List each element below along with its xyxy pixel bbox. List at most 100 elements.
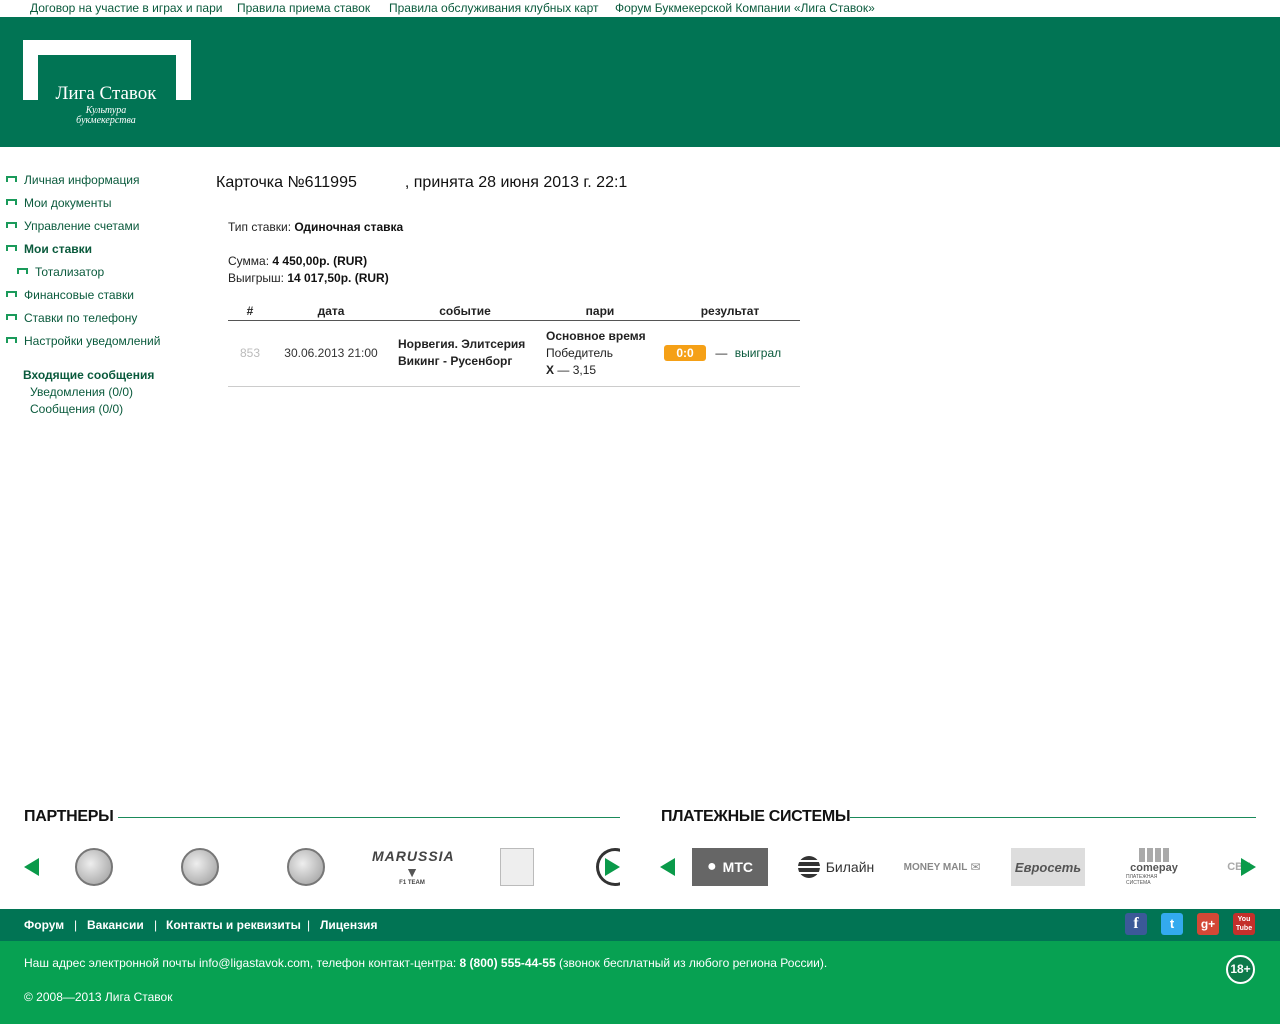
sidebar-item-financial-bets[interactable]: Финансовые ставки	[6, 288, 134, 302]
messages-link[interactable]: Сообщения (0/0)	[30, 402, 123, 416]
bet-market: Победитель	[546, 345, 614, 360]
col-id: #	[228, 303, 272, 321]
footer-separator: |	[307, 918, 311, 932]
row-event: Норвегия. Элитсерия Викинг - Русенборг	[390, 320, 540, 387]
sidebar-item-label: Ставки по телефону	[24, 311, 138, 325]
event-match: Викинг - Русенборг	[398, 354, 513, 368]
bracket-icon	[6, 176, 17, 182]
sidebar-item-label: Управление счетами	[24, 219, 140, 233]
sidebar-item-label: Мои ставки	[24, 242, 93, 256]
twitter-icon[interactable]: t	[1161, 913, 1183, 935]
sidebar-item-label: Личная информация	[24, 173, 140, 187]
bracket-icon	[17, 268, 28, 274]
marussia-emblem-icon: ▼	[405, 864, 419, 880]
sidebar-item-phone-bets[interactable]: Ставки по телефону	[6, 311, 137, 325]
payments-prev-arrow-icon[interactable]	[660, 858, 675, 876]
partner-logo-seal-3[interactable]	[287, 848, 325, 886]
notifications-link[interactable]: Уведомления (0/0)	[30, 385, 133, 399]
partners-prev-arrow-icon[interactable]	[24, 858, 39, 876]
copyright: © 2008—2013 Лига Ставок	[24, 990, 173, 1004]
bet-type-label: Тип ставки:	[228, 220, 292, 234]
partner-logo-seal-2[interactable]	[181, 848, 219, 886]
col-date: дата	[272, 303, 390, 321]
table-row: 853 30.06.2013 21:00 Норвегия. Элитсерия…	[228, 320, 800, 387]
payments-title: ПЛАТЕЖНЫЕ СИСТЕМЫ	[661, 808, 851, 825]
partners-next-arrow-icon[interactable]	[605, 858, 620, 876]
bets-table: # дата событие пари результат 853 30.06.…	[228, 303, 800, 387]
beeline-label: Билайн	[825, 859, 875, 875]
logo-name: Лига Ставок	[55, 83, 157, 104]
payment-logo-mts[interactable]: ● МТС	[692, 848, 768, 886]
card-accepted-date: , принята 28 июня 2013 г. 22:1	[404, 174, 628, 191]
payment-logo-money-mail[interactable]: MONEY MAIL ✉	[898, 848, 986, 886]
result-status: выиграл	[734, 346, 782, 360]
contact-phone: 8 (800) 555-44-55	[459, 956, 556, 970]
payment-logo-euroset[interactable]: Евросеть	[1011, 848, 1085, 886]
footer-link-vacancies[interactable]: Вакансии	[87, 918, 144, 932]
partner-logo-seal-1[interactable]	[75, 848, 113, 886]
bet-type-value: Одиночная ставка	[294, 220, 404, 234]
top-link-bet-rules[interactable]: Правила приема ставок	[237, 1, 370, 15]
event-league: Норвегия. Элитсерия	[398, 337, 526, 351]
bracket-icon	[6, 245, 17, 251]
bracket-icon	[6, 314, 17, 320]
marussia-name: MARUSSIA	[372, 848, 455, 864]
payment-logo-comepay[interactable]: comepay ПЛАТЕЖНАЯ СИСТЕМА	[1126, 848, 1182, 886]
sidebar-item-accounts[interactable]: Управление счетами	[6, 219, 139, 233]
mts-egg-icon: ●	[707, 858, 717, 875]
google-plus-icon[interactable]: g+	[1197, 913, 1219, 935]
footer-link-license[interactable]: Лицензия	[320, 918, 377, 932]
sidebar-item-personal-info[interactable]: Личная информация	[6, 173, 140, 187]
col-event: событие	[390, 303, 540, 321]
partner-logo-marussia[interactable]: MARUSSIA ▼ F1 TEAM	[372, 848, 455, 886]
money-mail-label: MONEY MAIL	[903, 861, 968, 873]
sidebar-item-label: Тотализатор	[35, 265, 105, 279]
top-link-agreement[interactable]: Договор на участие в играх и пари	[30, 1, 222, 15]
comepay-bars-icon	[1139, 848, 1169, 862]
win-label: Выигрыш:	[228, 271, 284, 285]
top-link-forum[interactable]: Форум Букмекерской Компании «Лига Ставок…	[615, 1, 875, 15]
footer: Наш адрес электронной почты info@ligasta…	[0, 941, 1280, 1024]
inbox-heading[interactable]: Входящие сообщения	[23, 368, 154, 382]
bet-outcome: X — 3,15	[546, 362, 660, 379]
euroset-label: Евросеть	[1014, 859, 1082, 875]
contact-text: Наш адрес электронной почты info@ligasta…	[24, 956, 460, 970]
footer-link-contacts[interactable]: Контакты и реквизиты	[166, 918, 301, 932]
redacted-area	[356, 173, 405, 189]
logo-tagline-2: букмекерства	[76, 115, 136, 126]
youtube-icon[interactable]: You Tube	[1233, 913, 1255, 935]
footer-link-forum[interactable]: Форум	[24, 918, 64, 932]
payment-logo-beeline[interactable]: Билайн	[792, 848, 880, 886]
sidebar-item-label: Финансовые ставки	[24, 288, 134, 302]
partners-title: ПАРТНЕРЫ	[24, 808, 114, 825]
bet-outcome-value: X	[546, 362, 555, 377]
result-dash: —	[715, 346, 728, 360]
payments-next-arrow-icon[interactable]	[1241, 858, 1256, 876]
envelope-icon: ✉	[970, 860, 981, 874]
sidebar-item-my-bets[interactable]: Мои ставки	[6, 242, 92, 256]
col-result: результат	[660, 303, 800, 321]
sidebar-item-totalizator[interactable]: Тотализатор	[17, 265, 104, 279]
sum-label: Сумма:	[228, 254, 270, 268]
sidebar-item-notification-settings[interactable]: Настройки уведомлений	[6, 334, 160, 348]
contact-note: (звонок бесплатный из любого региона Рос…	[555, 956, 828, 970]
win-value: 14 017,50р. (RUR)	[287, 271, 389, 285]
sum-value: 4 450,00р. (RUR)	[272, 254, 368, 268]
facebook-icon[interactable]: f	[1125, 913, 1147, 935]
sidebar-item-documents[interactable]: Мои документы	[6, 196, 111, 210]
bet-type: Тип ставки: Одиночная ставка	[228, 220, 403, 234]
partner-logo-federation[interactable]	[500, 848, 534, 886]
bet-win: Выигрыш: 14 017,50р. (RUR)	[228, 271, 389, 285]
row-result: 0:0 — выиграл	[660, 320, 800, 387]
top-link-club-cards[interactable]: Правила обслуживания клубных карт	[389, 1, 599, 15]
row-bet: Основное время Победитель X — 3,15	[540, 320, 660, 387]
table-header-row: # дата событие пари результат	[228, 303, 800, 321]
mts-label: МТС	[722, 859, 753, 875]
bet-period: Основное время	[546, 328, 646, 343]
logo-tagline: Культура букмекерства	[24, 106, 188, 126]
header: Лига Ставок Культура букмекерства	[0, 17, 1280, 147]
bracket-icon	[6, 222, 17, 228]
row-date: 30.06.2013 21:00	[272, 320, 390, 387]
footer-nav: Форум | Вакансии | Контакты и реквизиты …	[0, 909, 1280, 941]
age-limit-badge: 18+	[1226, 955, 1255, 984]
